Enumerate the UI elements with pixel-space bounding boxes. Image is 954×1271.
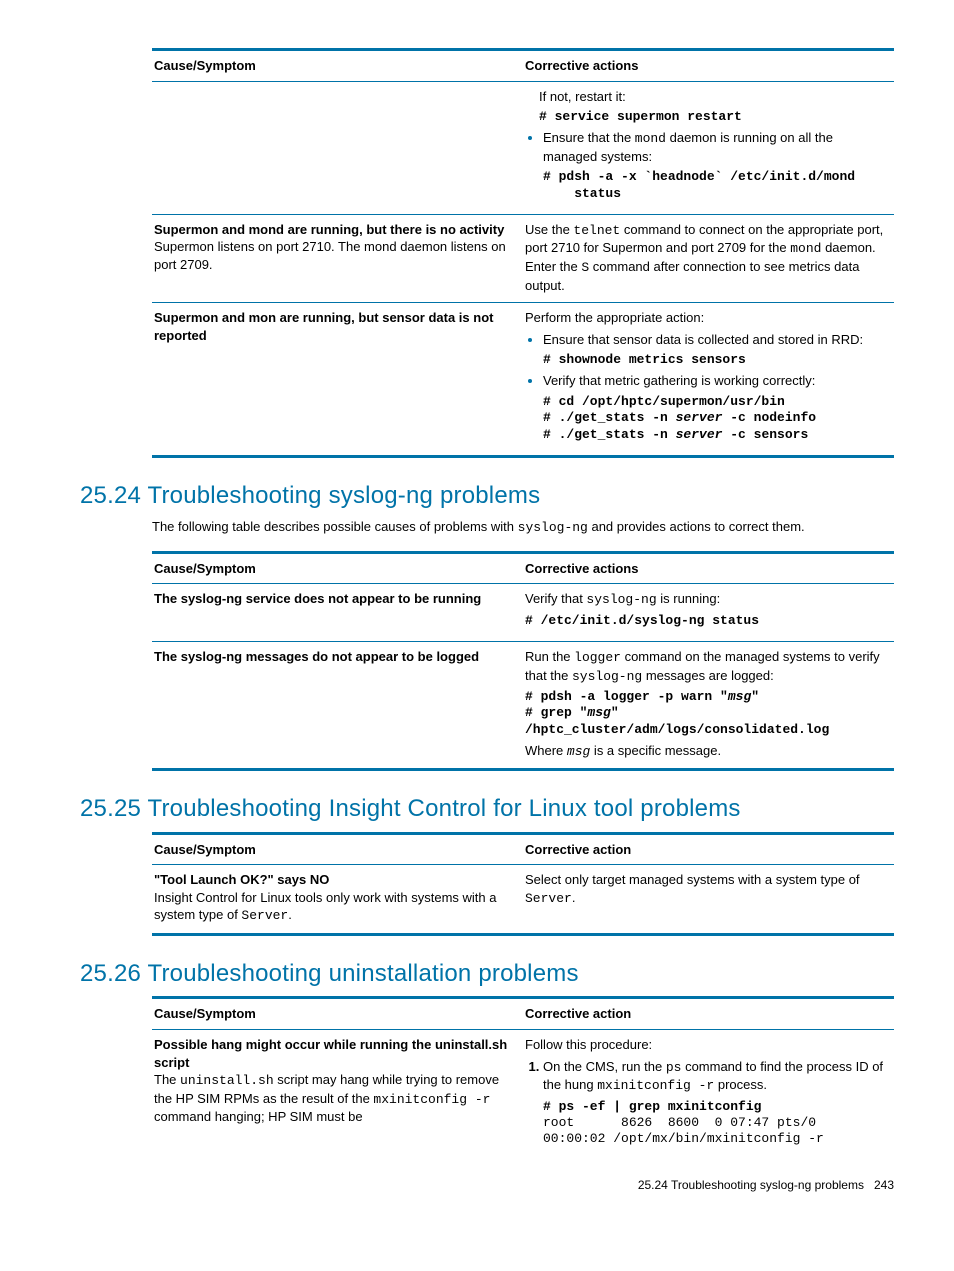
th-action: Corrective action — [523, 998, 894, 1030]
command: # /etc/init.d/syslog-ng status — [525, 613, 886, 629]
action-text: Select only target managed systems with … — [523, 865, 894, 935]
command: # pdsh -a logger -p warn "msg" # grep "m… — [525, 689, 886, 738]
th-action: Corrective action — [523, 833, 894, 865]
supermon-table: Cause/Symptom Corrective actions If not,… — [152, 48, 894, 458]
bullet-item: Ensure that sensor data is collected and… — [543, 331, 886, 369]
insight-table: Cause/Symptom Corrective action "Tool La… — [152, 832, 894, 936]
table-row: Supermon and mon are running, but sensor… — [152, 303, 894, 457]
cause-title: The syslog-ng service does not appear to… — [154, 590, 515, 608]
step-item: On the CMS, run the ps command to find t… — [543, 1058, 886, 1148]
table-row: Supermon and mond are running, but there… — [152, 214, 894, 302]
th-action: Corrective actions — [523, 50, 894, 82]
command: # pdsh -a -x `headnode` /etc/init.d/mond… — [543, 169, 886, 202]
action-text: If not, restart it: — [539, 88, 886, 106]
uninstall-table: Cause/Symptom Corrective action Possible… — [152, 996, 894, 1159]
cause-title: Supermon and mon are running, but sensor… — [154, 309, 515, 344]
cause-title: "Tool Launch OK?" says NO — [154, 871, 515, 889]
th-cause: Cause/Symptom — [152, 50, 523, 82]
command: # ps -ef | grep mxinitconfig root 8626 8… — [543, 1099, 886, 1148]
cause-text: The uninstall.sh script may hang while t… — [154, 1071, 515, 1126]
th-cause: Cause/Symptom — [152, 998, 523, 1030]
th-action: Corrective actions — [523, 552, 894, 584]
cause-text: Supermon listens on port 2710. The mond … — [154, 238, 515, 273]
action-text: Use the telnet command to connect on the… — [523, 214, 894, 302]
section-heading-2526: 25.26 Troubleshooting uninstallation pro… — [80, 958, 894, 990]
table-row: The syslog-ng messages do not appear to … — [152, 642, 894, 770]
section-heading-2524: 25.24 Troubleshooting syslog-ng problems — [80, 480, 894, 512]
cause-title: Supermon and mond are running, but there… — [154, 221, 515, 239]
command: # cd /opt/hptc/supermon/usr/bin # ./get_… — [543, 394, 886, 443]
page-footer: 25.24 Troubleshooting syslog-ng problems… — [80, 1177, 894, 1193]
cause-title: The syslog-ng messages do not appear to … — [154, 648, 515, 666]
cause-text: Insight Control for Linux tools only wor… — [154, 889, 515, 925]
tail-text: Where msg is a specific message. — [525, 742, 886, 761]
table-row: Possible hang might occur while running … — [152, 1029, 894, 1159]
table-row: "Tool Launch OK?" says NO Insight Contro… — [152, 865, 894, 935]
table-row: If not, restart it: # service supermon r… — [152, 81, 894, 214]
syslog-table: Cause/Symptom Corrective actions The sys… — [152, 551, 894, 772]
table-row: The syslog-ng service does not appear to… — [152, 584, 894, 642]
command: # shownode metrics sensors — [543, 352, 886, 368]
action-text: Perform the appropriate action: — [525, 309, 886, 327]
th-cause: Cause/Symptom — [152, 833, 523, 865]
th-cause: Cause/Symptom — [152, 552, 523, 584]
action-text: Follow this procedure: — [525, 1036, 886, 1054]
command: # service supermon restart — [539, 109, 886, 125]
section-heading-2525: 25.25 Troubleshooting Insight Control fo… — [80, 793, 894, 825]
bullet-item: Verify that metric gathering is working … — [543, 372, 886, 442]
intro-text: The following table describes possible c… — [152, 518, 894, 537]
cause-title: Possible hang might occur while running … — [154, 1036, 515, 1071]
bullet-item: Ensure that the mond daemon is running o… — [543, 129, 886, 202]
